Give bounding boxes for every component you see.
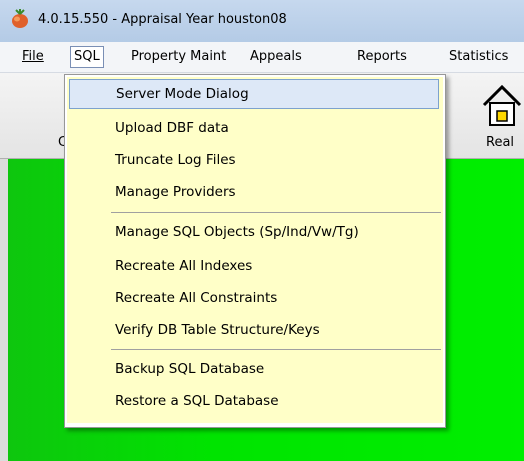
menu-item-restore-sql-database[interactable]: Restore a SQL Database — [69, 386, 439, 416]
menu-property-maint[interactable]: Property Maint — [128, 48, 229, 66]
title-bar: 4.0.15.550 - Appraisal Year houston08 — [0, 0, 524, 42]
menu-item-server-mode-dialog[interactable]: Server Mode Dialog — [69, 79, 439, 109]
sql-dropdown-menu: Server Mode Dialog Upload DBF data Trunc… — [64, 74, 446, 428]
menu-separator — [111, 349, 441, 350]
menu-item-verify-db-structure[interactable]: Verify DB Table Structure/Keys — [69, 315, 439, 345]
menu-file[interactable]: File — [19, 48, 47, 66]
menu-item-backup-sql-database[interactable]: Backup SQL Database — [69, 354, 439, 384]
menu-reports[interactable]: Reports — [354, 48, 410, 66]
menu-item-recreate-indexes[interactable]: Recreate All Indexes — [69, 251, 439, 281]
menu-item-manage-sql-objects[interactable]: Manage SQL Objects (Sp/Ind/Vw/Tg) — [69, 217, 439, 247]
menu-bar: File SQL Property Maint Appeals Reports … — [0, 42, 524, 73]
menu-item-truncate-log-files[interactable]: Truncate Log Files — [69, 145, 439, 175]
menu-item-upload-dbf-data[interactable]: Upload DBF data — [69, 113, 439, 143]
menu-item-recreate-constraints[interactable]: Recreate All Constraints — [69, 283, 439, 313]
menu-separator — [111, 212, 441, 213]
app-logo-icon — [12, 9, 28, 28]
menu-statistics[interactable]: Statistics — [446, 48, 511, 66]
toolbar-label-real[interactable]: Real — [486, 135, 514, 150]
menu-item-manage-providers[interactable]: Manage Providers — [69, 177, 439, 207]
house-icon[interactable] — [480, 83, 524, 127]
menu-sql[interactable]: SQL — [70, 46, 104, 68]
menu-appeals[interactable]: Appeals — [247, 48, 305, 66]
content-left-border — [0, 159, 8, 461]
window-title: 4.0.15.550 - Appraisal Year houston08 — [38, 12, 287, 27]
